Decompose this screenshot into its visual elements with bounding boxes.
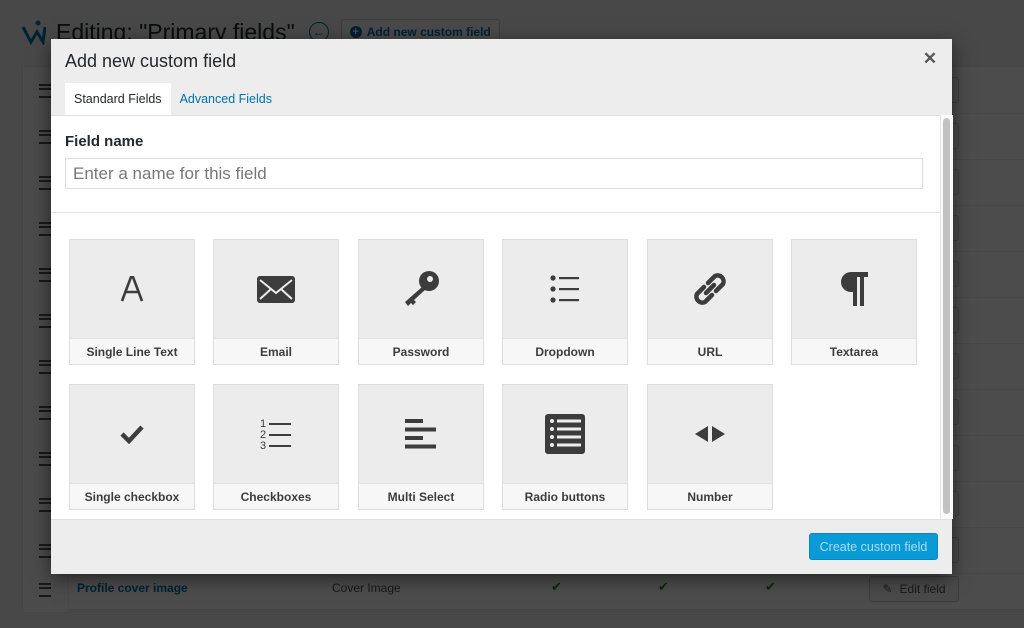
- tile-label: Textarea: [792, 338, 916, 364]
- field-type-checkboxes[interactable]: 123 Checkboxes: [213, 384, 339, 510]
- letter-a-icon: [70, 240, 194, 338]
- checkmark-icon: [70, 385, 194, 483]
- field-type-multi-select[interactable]: Multi Select: [358, 384, 484, 510]
- divider: [51, 212, 940, 213]
- close-button[interactable]: ✕: [922, 49, 938, 68]
- tile-label: Checkboxes: [214, 483, 338, 509]
- add-custom-field-modal: Add new custom field ✕ Standard Fields A…: [51, 39, 953, 574]
- tile-label: Single checkbox: [70, 483, 194, 509]
- modal-title: Add new custom field: [65, 51, 237, 71]
- field-type-radio-buttons[interactable]: Radio buttons: [502, 384, 628, 510]
- list-box-icon: [503, 385, 627, 483]
- paragraph-icon: [792, 240, 916, 338]
- field-type-email[interactable]: Email: [213, 239, 339, 365]
- numbered-list-icon: 123: [214, 385, 338, 483]
- tile-label: Password: [359, 338, 483, 364]
- svg-text:3: 3: [260, 440, 266, 450]
- close-icon: ✕: [922, 49, 938, 68]
- tab-advanced-fields[interactable]: Advanced Fields: [171, 83, 281, 115]
- field-name-label: Field name: [65, 133, 144, 150]
- key-icon: [359, 240, 483, 338]
- field-type-dropdown[interactable]: Dropdown: [502, 239, 628, 365]
- envelope-icon: [214, 240, 338, 338]
- field-tabs: Standard Fields Advanced Fields: [65, 83, 281, 115]
- arrows-left-right-icon: [648, 385, 772, 483]
- tile-label: Multi Select: [359, 483, 483, 509]
- modal-footer: Create custom field: [51, 519, 952, 574]
- tile-label: Email: [214, 338, 338, 364]
- scrollbar[interactable]: [940, 115, 953, 519]
- tile-label: Dropdown: [503, 338, 627, 364]
- tab-standard-fields[interactable]: Standard Fields: [65, 83, 171, 115]
- field-type-single-checkbox[interactable]: Single checkbox: [69, 384, 195, 510]
- field-name-input[interactable]: [65, 158, 923, 189]
- field-type-password[interactable]: Password: [358, 239, 484, 365]
- tile-label: Radio buttons: [503, 483, 627, 509]
- tile-label: Single Line Text: [70, 338, 194, 364]
- field-type-url[interactable]: URL: [647, 239, 773, 365]
- field-type-single-line-text[interactable]: Single Line Text: [69, 239, 195, 365]
- tile-label: Number: [648, 483, 772, 509]
- create-custom-field-button[interactable]: Create custom field: [809, 533, 938, 560]
- bullet-list-icon: [503, 240, 627, 338]
- link-icon: [648, 240, 772, 338]
- scrollbar-thumb[interactable]: [943, 118, 950, 514]
- tile-label: URL: [648, 338, 772, 364]
- field-type-number[interactable]: Number: [647, 384, 773, 510]
- field-type-textarea[interactable]: Textarea: [791, 239, 917, 365]
- modal-content: Field name Single Line Text Email Passwo…: [51, 115, 940, 520]
- align-left-icon: [359, 385, 483, 483]
